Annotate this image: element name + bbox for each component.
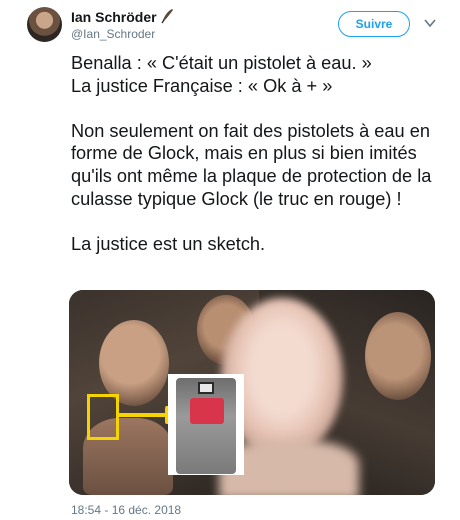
gun-sight	[198, 382, 214, 394]
highlight-box	[87, 394, 119, 440]
glock-slide-inset	[168, 374, 244, 475]
tweet-photo[interactable]	[69, 290, 435, 495]
tweet-header: Ian Schröder @Ian_Schroder Suivre	[0, 0, 460, 52]
author-handle[interactable]: @Ian_Schroder	[71, 27, 155, 41]
tweet-text: Benalla : « C'était un pistolet à eau. »…	[71, 53, 432, 254]
quill-pen-icon	[161, 9, 173, 24]
author-avatar[interactable]	[27, 7, 62, 42]
red-slide-plate	[190, 398, 224, 424]
author-display-name[interactable]: Ian Schröder	[71, 9, 157, 25]
highlight-connector	[119, 413, 169, 417]
tweet-timestamp[interactable]: 18:54 - 16 déc. 2018	[71, 503, 181, 517]
person-right	[365, 312, 431, 400]
chevron-down-icon[interactable]	[424, 18, 436, 28]
follow-button[interactable]: Suivre	[338, 11, 410, 37]
